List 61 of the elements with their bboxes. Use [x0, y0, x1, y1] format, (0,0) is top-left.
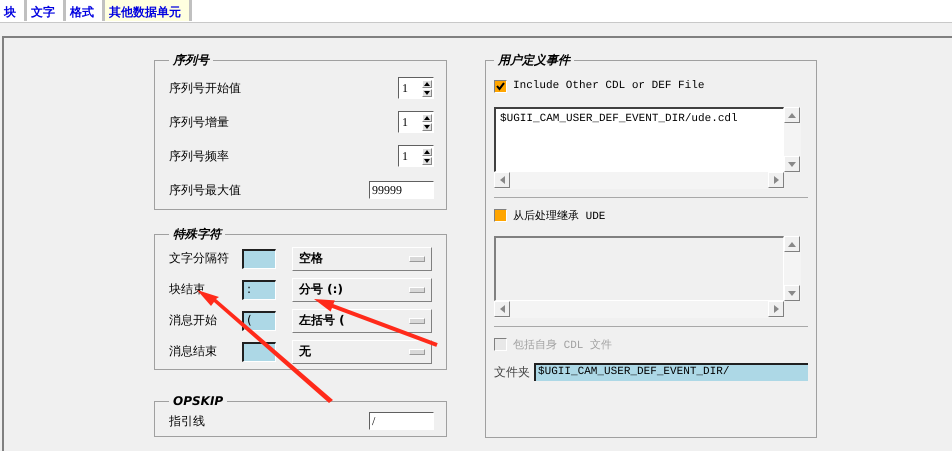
- checkbox-label: Include Other CDL or DEF File: [513, 80, 704, 92]
- field-label: 文字分隔符: [169, 250, 230, 267]
- spin-up-button[interactable]: [422, 148, 432, 156]
- field-label: 序列号频率: [169, 148, 229, 164]
- spin-up-button[interactable]: [422, 80, 432, 88]
- scroll-right-button[interactable]: [768, 301, 784, 317]
- option-dropdown[interactable]: 左括号 (: [292, 308, 432, 332]
- arrow-icon: [788, 242, 796, 246]
- scroll-up-button[interactable]: [784, 236, 800, 252]
- spin-down-button[interactable]: [422, 88, 432, 96]
- spin-down-button[interactable]: [422, 156, 432, 164]
- input-field[interactable]: 99999: [369, 181, 434, 199]
- spin-field[interactable]: 1: [398, 111, 434, 133]
- field-label: 指引线: [169, 412, 205, 430]
- spin-up-button[interactable]: [422, 114, 432, 122]
- field-label: 序列号开始值: [169, 80, 241, 96]
- scroll-down-button[interactable]: [784, 285, 800, 301]
- checkbox-label: 包括自身 CDL 文件: [513, 338, 612, 352]
- vertical-scrollbar[interactable]: [784, 107, 801, 172]
- list-box[interactable]: $UGII_CAM_USER_DEF_EVENT_DIR/ude.cdl: [494, 107, 784, 172]
- field-label: 序列号增量: [169, 114, 229, 130]
- scroll-up-button[interactable]: [784, 107, 800, 123]
- option-dropdown[interactable]: 空格: [292, 246, 432, 270]
- field-label: 消息结束: [169, 343, 218, 360]
- arrow-icon: [788, 162, 796, 166]
- arrow-icon: [500, 176, 504, 184]
- arrow-icon: [788, 112, 796, 118]
- input-field[interactable]: $UGII_CAM_USER_DEF_EVENT_DIR/: [534, 363, 808, 381]
- spin-down-button[interactable]: [422, 122, 432, 130]
- spin-field[interactable]: 1: [398, 77, 434, 99]
- option-dropdown[interactable]: 分号 (:): [292, 278, 432, 302]
- scroll-right-button[interactable]: [768, 172, 784, 188]
- checkbox-label: 从后处理继承 UDE: [513, 209, 606, 222]
- horizontal-scrollbar[interactable]: [494, 301, 784, 318]
- option-dropdown[interactable]: 无: [292, 340, 432, 364]
- tab[interactable]: 其他数据单元: [105, 0, 192, 21]
- group-title: 序列号: [172, 52, 211, 69]
- spin-field[interactable]: 1: [398, 145, 434, 167]
- group-title: 用户定义事件: [496, 52, 572, 69]
- list-box[interactable]: [494, 236, 784, 301]
- arrow-icon: [500, 305, 504, 313]
- horizontal-scrollbar[interactable]: [494, 172, 784, 189]
- scroll-left-button[interactable]: [494, 301, 510, 317]
- character-field[interactable]: (: [242, 310, 276, 330]
- scroll-down-button[interactable]: [784, 156, 800, 172]
- group-title: 特殊字符: [172, 226, 224, 243]
- arrow-icon: [774, 305, 778, 313]
- checkbox[interactable]: [494, 80, 507, 92]
- input-field[interactable]: /: [369, 412, 434, 430]
- character-field[interactable]: [242, 248, 276, 268]
- field-label: 文件夹: [494, 364, 530, 380]
- group-title: OPSKIP: [172, 394, 224, 408]
- arrow-icon: [774, 176, 778, 184]
- character-field[interactable]: :: [242, 280, 276, 300]
- vertical-scrollbar[interactable]: [784, 236, 801, 301]
- arrow-icon: [788, 290, 796, 296]
- checkbox[interactable]: [494, 208, 507, 222]
- field-label: 消息开始: [169, 312, 218, 329]
- field-label: 序列号最大值: [169, 182, 241, 198]
- scroll-left-button[interactable]: [494, 172, 510, 188]
- list-item[interactable]: $UGII_CAM_USER_DEF_EVENT_DIR/ude.cdl: [500, 113, 779, 125]
